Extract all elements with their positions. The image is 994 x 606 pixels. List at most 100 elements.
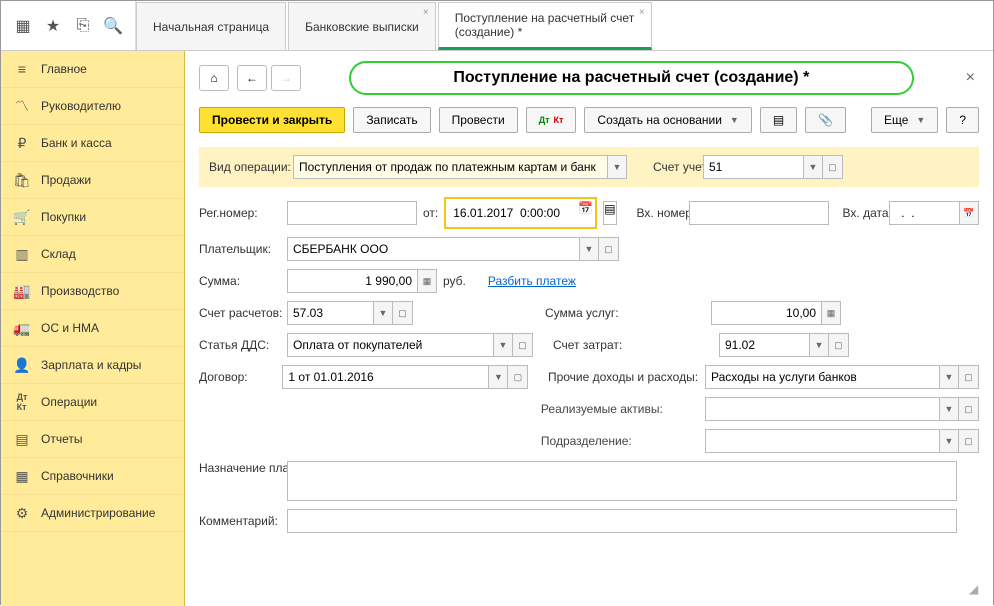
sidebar-item-hr[interactable]: 👤Зарплата и кадры [1,347,184,384]
regno-input[interactable] [287,201,417,225]
sidebar-item-purchases[interactable]: 🛒Покупки [1,199,184,236]
print-button[interactable]: ▤ [760,107,797,133]
sidebar-item-operations[interactable]: ДтКтОперации [1,384,184,421]
dtkt-button[interactable]: ДтКт [526,107,577,133]
open-icon[interactable]: ▢ [959,429,979,453]
create-based-button[interactable]: Создать на основании▼ [584,107,751,133]
box-icon: ▥ [13,245,31,263]
other-input[interactable] [705,365,939,389]
scroll-icon[interactable]: ◢ [969,582,989,602]
menu-icon: ≡ [13,60,31,78]
open-icon[interactable]: ▢ [513,333,533,357]
clip-icon[interactable]: ⎘ [73,16,93,36]
help-button[interactable]: ? [946,107,979,133]
servicesum-input[interactable] [711,301,821,325]
settle-input[interactable] [287,301,373,325]
payer-input[interactable] [287,237,579,261]
page-title: Поступление на расчетный счет (создание)… [349,61,914,95]
dropdown-icon[interactable]: ▼ [939,429,959,453]
dropdown-icon[interactable]: ▼ [803,155,823,179]
account-label: Счет учета: [653,160,697,174]
open-icon[interactable]: ▢ [829,333,849,357]
purpose-input[interactable] [287,461,957,501]
sidebar-item-admin[interactable]: ⚙ Администрирование [1,495,184,532]
inno-label: Вх. номер: [637,206,683,220]
settle-label: Счет расчетов: [199,306,281,320]
date-input[interactable] [448,201,578,225]
sidebar-label: Администрирование [41,506,155,520]
tab-label: Поступление на расчетный счет (создание)… [455,11,635,39]
tab-bank[interactable]: Банковские выписки× [288,2,436,50]
dds-label: Статья ДДС: [199,338,281,352]
post-and-close-button[interactable]: Провести и закрыть [199,107,345,133]
contract-input[interactable] [282,365,488,389]
sidebar-item-manager[interactable]: 〽Руководителю [1,88,184,125]
mode-icon[interactable]: ▤ [603,201,616,225]
post-button[interactable]: Провести [439,107,518,133]
inno-input[interactable] [689,201,829,225]
tab-home[interactable]: Начальная страница [136,2,286,50]
system-icons: ▦ ★ ⎘ 🔍 [1,1,136,50]
calendar-icon[interactable]: 📅 [578,201,593,221]
close-icon[interactable]: × [639,7,645,18]
open-icon[interactable]: ▢ [959,365,979,389]
dropdown-icon[interactable]: ▼ [939,397,959,421]
gear-icon: ⚙ [13,504,31,522]
search-icon[interactable]: 🔍 [103,16,123,36]
sidebar-item-sales[interactable]: 🛍Продажи [1,162,184,199]
tab-receipt[interactable]: Поступление на расчетный счет (создание)… [438,2,652,50]
dropdown-icon[interactable]: ▼ [607,155,627,179]
dropdown-icon[interactable]: ▼ [579,237,599,261]
sidebar-item-catalogs[interactable]: ▦Справочники [1,458,184,495]
sidebar-item-main[interactable]: ≡Главное [1,51,184,88]
star-icon[interactable]: ★ [43,16,63,36]
dropdown-icon[interactable]: ▼ [373,301,393,325]
more-button[interactable]: Еще▼ [871,107,938,133]
dropdown-icon[interactable]: ▼ [488,365,508,389]
calc-icon[interactable]: ▦ [821,301,841,325]
tabs: Начальная страница Банковские выписки× П… [136,1,654,50]
sidebar-label: Справочники [41,469,114,483]
home-button[interactable]: ⌂ [199,65,229,91]
dropdown-icon[interactable]: ▼ [493,333,513,357]
apps-icon[interactable]: ▦ [13,16,33,36]
sidebar-label: Склад [41,247,76,261]
sidebar-item-production[interactable]: 🏭Производство [1,273,184,310]
open-icon[interactable]: ▢ [823,155,843,179]
titlebar: ⌂ ← → Поступление на расчетный счет (соз… [185,51,993,105]
dropdown-icon[interactable]: ▼ [809,333,829,357]
dropdown-icon[interactable]: ▼ [939,365,959,389]
sidebar-item-reports[interactable]: ▤Отчеты [1,421,184,458]
costacc-input[interactable] [719,333,809,357]
sidebar-label: Покупки [41,210,86,224]
sidebar-item-bank[interactable]: ₽Банк и касса [1,125,184,162]
save-button[interactable]: Записать [353,107,430,133]
top-bar: ▦ ★ ⎘ 🔍 Начальная страница Банковские вы… [1,1,993,51]
sidebar-label: Зарплата и кадры [41,358,141,372]
indate-input[interactable] [889,201,959,225]
close-icon[interactable]: × [423,7,429,18]
division-input[interactable] [705,429,939,453]
assets-input[interactable] [705,397,939,421]
dds-input[interactable] [287,333,493,357]
account-input[interactable] [703,155,803,179]
open-icon[interactable]: ▢ [599,237,619,261]
close-icon[interactable]: × [962,65,979,91]
division-label: Подразделение: [541,434,699,448]
attach-button[interactable]: 📎 [805,107,846,133]
sum-input[interactable] [287,269,417,293]
payer-label: Плательщик: [199,242,281,256]
split-link[interactable]: Разбить платеж [488,274,576,288]
servicesum-label: Сумма услуг: [545,306,705,320]
open-icon[interactable]: ▢ [508,365,528,389]
comment-input[interactable] [287,509,957,533]
calc-icon[interactable]: ▦ [417,269,437,293]
op-type-input[interactable] [293,155,607,179]
open-icon[interactable]: ▢ [393,301,413,325]
back-button[interactable]: ← [237,65,267,91]
sidebar-item-warehouse[interactable]: ▥ Склад [1,236,184,273]
sidebar-item-assets[interactable]: 🚛ОС и НМА [1,310,184,347]
open-icon[interactable]: ▢ [959,397,979,421]
calendar-icon[interactable]: 📅 [959,201,979,225]
forward-button[interactable]: → [271,65,301,91]
